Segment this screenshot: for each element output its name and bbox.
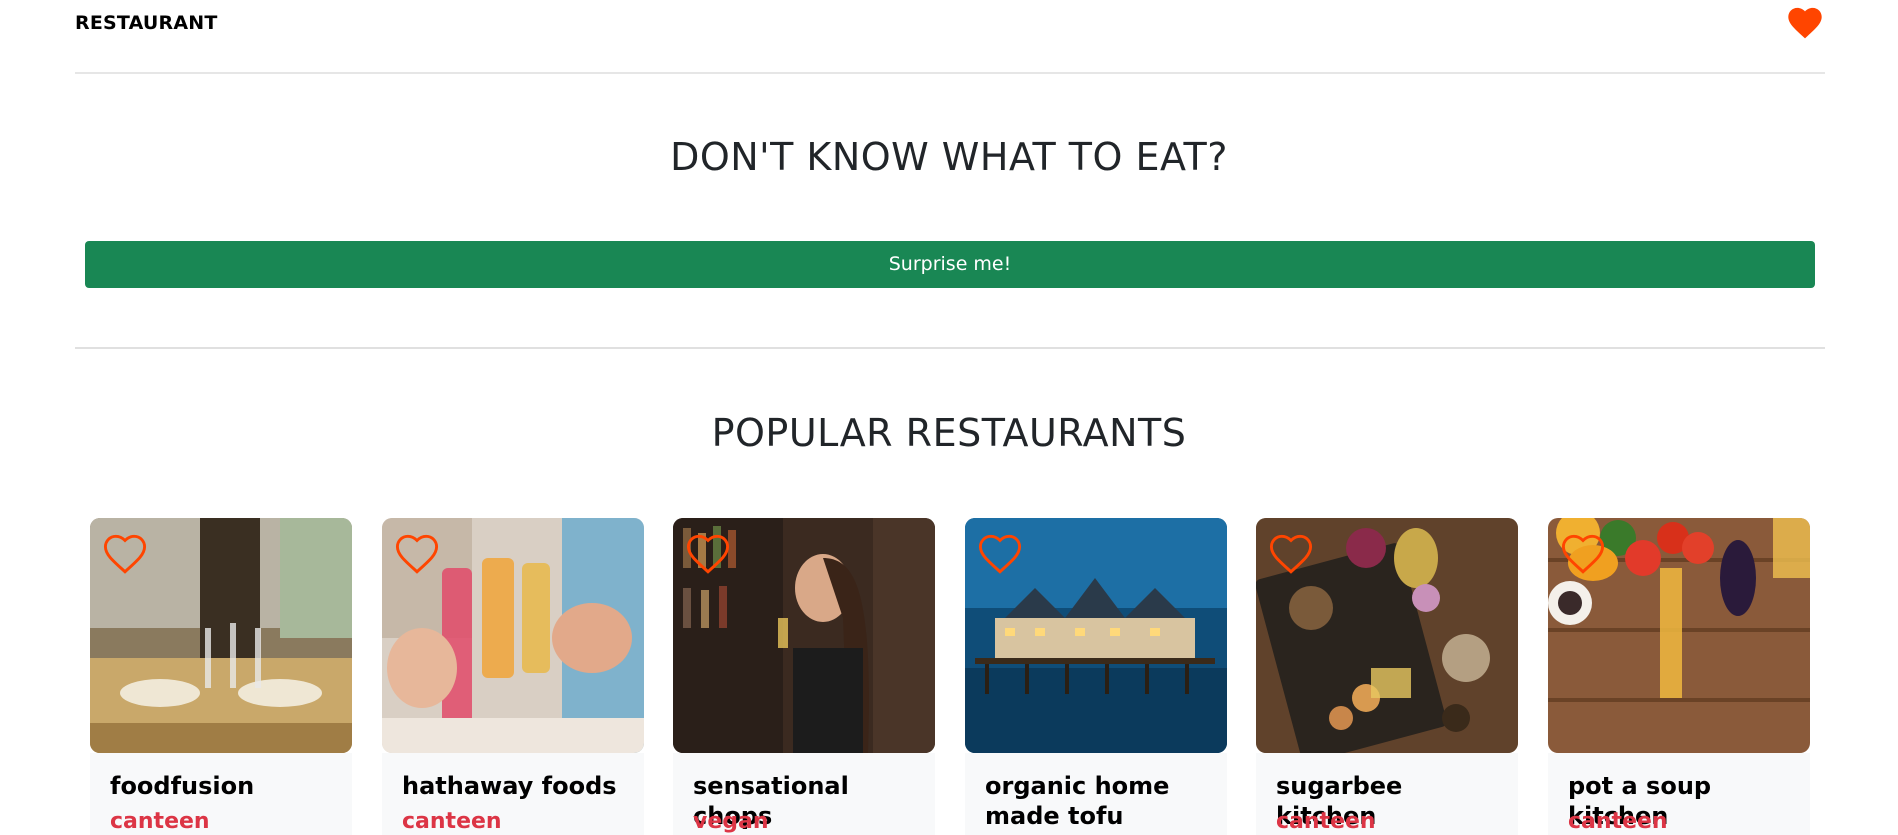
section-divider bbox=[75, 347, 1825, 349]
restaurant-card[interactable]: organic home made tofu bbox=[965, 518, 1227, 835]
restaurant-card[interactable]: pot a soup kitchen canteen bbox=[1548, 518, 1810, 835]
restaurant-image[interactable] bbox=[382, 518, 644, 753]
restaurant-image[interactable] bbox=[90, 518, 352, 753]
restaurant-category: canteen bbox=[402, 809, 502, 834]
brand-logo[interactable]: RESTAURANT bbox=[75, 12, 218, 34]
restaurant-image[interactable] bbox=[965, 518, 1227, 753]
restaurant-card-body: foodfusion canteen bbox=[90, 753, 352, 835]
navbar: RESTAURANT bbox=[75, 0, 1825, 74]
restaurant-name[interactable]: hathaway foods bbox=[402, 771, 632, 801]
restaurant-card-body: sensational chops vegan bbox=[673, 753, 935, 835]
heart-outline-icon[interactable] bbox=[100, 530, 150, 576]
heart-outline-icon[interactable] bbox=[683, 530, 733, 576]
heart-outline-icon[interactable] bbox=[392, 530, 442, 576]
heart-outline-icon[interactable] bbox=[1266, 530, 1316, 576]
hero-title: DON'T KNOW WHAT TO EAT? bbox=[670, 135, 1228, 179]
restaurant-card[interactable]: sugarbee kitchen canteen bbox=[1256, 518, 1518, 835]
heart-outline-icon[interactable] bbox=[1558, 530, 1608, 576]
restaurant-image[interactable] bbox=[1256, 518, 1518, 753]
restaurant-image[interactable] bbox=[1548, 518, 1810, 753]
restaurant-category: canteen bbox=[1568, 809, 1668, 834]
restaurant-card-body: hathaway foods canteen bbox=[382, 753, 644, 835]
page: RESTAURANT DON'T KNOW WHAT TO EAT? Surpr… bbox=[0, 0, 1898, 835]
restaurant-image[interactable] bbox=[673, 518, 935, 753]
restaurant-card-body: organic home made tofu bbox=[965, 753, 1227, 835]
restaurant-card[interactable]: hathaway foods canteen bbox=[382, 518, 644, 835]
restaurant-card-list: foodfusion canteen hathaway foods cantee… bbox=[90, 518, 1810, 835]
restaurant-category: canteen bbox=[110, 809, 210, 834]
restaurant-name[interactable]: foodfusion bbox=[110, 771, 340, 801]
restaurant-category: vegan bbox=[693, 809, 769, 834]
heart-filled-icon[interactable] bbox=[1785, 4, 1825, 40]
surprise-me-button[interactable]: Surprise me! bbox=[85, 241, 1815, 288]
restaurant-card-body: pot a soup kitchen canteen bbox=[1548, 753, 1810, 835]
restaurant-card[interactable]: foodfusion canteen bbox=[90, 518, 352, 835]
section-title: POPULAR RESTAURANTS bbox=[711, 411, 1187, 455]
restaurant-category: canteen bbox=[1276, 809, 1376, 834]
restaurant-name[interactable]: organic home made tofu bbox=[985, 771, 1215, 831]
restaurant-card-body: sugarbee kitchen canteen bbox=[1256, 753, 1518, 835]
heart-outline-icon[interactable] bbox=[975, 530, 1025, 576]
restaurant-card[interactable]: sensational chops vegan bbox=[673, 518, 935, 835]
